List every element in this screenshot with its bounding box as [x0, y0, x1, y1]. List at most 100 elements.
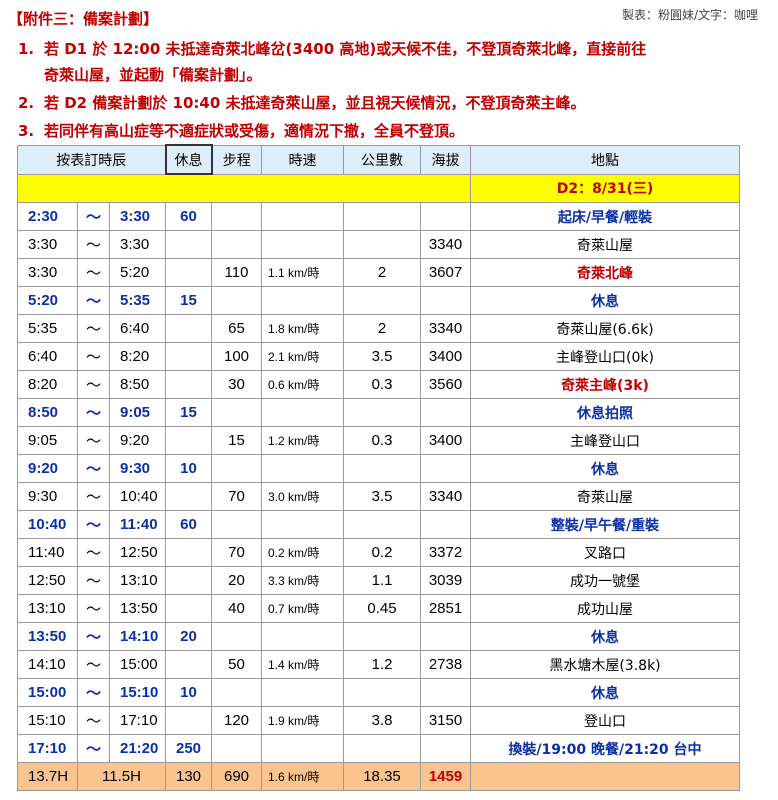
walk-minutes: 15: [211, 426, 262, 455]
speed: [261, 230, 344, 259]
rest-minutes: [165, 370, 212, 399]
end-time: 3:30: [109, 202, 166, 231]
start-time: 10:40: [17, 510, 78, 539]
place-name: 整裝/早午餐/重裝: [470, 510, 740, 539]
table-row: 13:50 ～ 14:10 20 休息: [17, 622, 740, 651]
walk-minutes: [211, 398, 262, 427]
walk-minutes: [211, 202, 262, 231]
total-km: 18.35: [343, 762, 421, 791]
end-time: 15:00: [109, 650, 166, 679]
walk-minutes: 70: [211, 538, 262, 567]
end-time: 10:40: [109, 482, 166, 511]
header-rest: 休息: [164, 144, 213, 175]
average-speed: 1.6 km/時: [261, 762, 344, 791]
speed: 0.7 km/時: [261, 594, 344, 623]
distance-km: 2: [343, 314, 421, 343]
speed: [261, 510, 344, 539]
rest-minutes: [165, 482, 212, 511]
speed: 1.8 km/時: [261, 314, 344, 343]
speed: [261, 398, 344, 427]
speed: [261, 454, 344, 483]
start-time: 15:00: [17, 678, 78, 707]
speed: [261, 734, 344, 763]
time-separator: ～: [77, 370, 110, 399]
rest-minutes: [165, 706, 212, 735]
end-time: 17:10: [109, 706, 166, 735]
start-time: 14:10: [17, 650, 78, 679]
end-time: 9:05: [109, 398, 166, 427]
time-separator: ～: [77, 342, 110, 371]
altitude: 2851: [420, 594, 471, 623]
end-time: 11:40: [109, 510, 166, 539]
time-separator: ～: [77, 678, 110, 707]
distance-km: [343, 230, 421, 259]
time-separator: ～: [77, 314, 110, 343]
table-row: 17:10 ～ 21:20 250 換裝/19:00 晚餐/21:20 台中: [17, 734, 740, 763]
time-separator: ～: [77, 566, 110, 595]
altitude: 3039: [420, 566, 471, 595]
time-separator: ～: [77, 202, 110, 231]
start-time: 5:35: [17, 314, 78, 343]
altitude: [420, 286, 471, 315]
time-separator: ～: [77, 454, 110, 483]
end-time: 3:30: [109, 230, 166, 259]
date-row-blank: [17, 173, 471, 203]
table-row: 3:30 ～ 5:20 110 1.1 km/時 2 3607 奇萊北峰: [17, 258, 740, 287]
table-row: 14:10 ～ 15:00 50 1.4 km/時 1.2 2738 黑水塘木屋(3.8k): [17, 650, 740, 679]
distance-km: [343, 454, 421, 483]
day-label: D2：8/31(三): [470, 173, 740, 203]
end-time: 12:50: [109, 538, 166, 567]
table-row: 15:00 ～ 15:10 10 休息: [17, 678, 740, 707]
start-time: 13:10: [17, 594, 78, 623]
note-3: 3. 若同伴有高山症等不適症狀或受傷，適情況下撤，全員不登頂。: [18, 118, 464, 144]
start-time: 5:20: [17, 286, 78, 315]
time-separator: ～: [77, 286, 110, 315]
place-name: 成功一號堡: [470, 566, 740, 595]
end-time: 9:30: [109, 454, 166, 483]
distance-km: [343, 286, 421, 315]
altitude: 3340: [420, 482, 471, 511]
place-name: 奇萊山屋(6.6k): [470, 314, 740, 343]
rest-minutes: [165, 258, 212, 287]
distance-km: 3.5: [343, 482, 421, 511]
rest-minutes: 60: [165, 510, 212, 539]
table-row: 11:40 ～ 12:50 70 0.2 km/時 0.2 3372 叉路口: [17, 538, 740, 567]
altitude: [420, 734, 471, 763]
place-name: 休息: [470, 286, 740, 315]
table-row: 9:05 ～ 9:20 15 1.2 km/時 0.3 3400 主峰登山口: [17, 426, 740, 455]
altitude: [420, 622, 471, 651]
time-separator: ～: [77, 650, 110, 679]
distance-km: 0.3: [343, 426, 421, 455]
rest-minutes: [165, 230, 212, 259]
start-time: 17:10: [17, 734, 78, 763]
end-time: 9:20: [109, 426, 166, 455]
table-row: 3:30 ～ 3:30 3340 奇萊山屋: [17, 230, 740, 259]
note-number: 3.: [18, 122, 35, 140]
distance-km: 1.1: [343, 566, 421, 595]
speed: [261, 286, 344, 315]
rest-minutes: 60: [165, 202, 212, 231]
distance-km: 0.3: [343, 370, 421, 399]
schedule-table: 按表訂時辰 休息 步程 時速 公里數 海拔 地點 D2：8/31(三) 2:30…: [17, 144, 740, 791]
end-time: 14:10: [109, 622, 166, 651]
rest-minutes: 15: [165, 398, 212, 427]
place-name: 休息: [470, 678, 740, 707]
speed: 1.9 km/時: [261, 706, 344, 735]
place-name: 登山口: [470, 706, 740, 735]
end-time: 21:20: [109, 734, 166, 763]
header-place: 地點: [470, 144, 740, 175]
altitude: 3340: [420, 314, 471, 343]
speed: 0.6 km/時: [261, 370, 344, 399]
place-name: 休息: [470, 454, 740, 483]
header-schedule: 按表訂時辰: [17, 144, 166, 175]
start-time: 13:50: [17, 622, 78, 651]
walk-minutes: 100: [211, 342, 262, 371]
total-steps: 690: [211, 762, 262, 791]
end-time: 8:50: [109, 370, 166, 399]
note-text: 若同伴有高山症等不適症狀或受傷，適情況下撤，全員不登頂。: [44, 122, 465, 140]
summary-row: 13.7H 11.5H 130 690 1.6 km/時 18.35 1459: [17, 762, 740, 791]
place-name: 起床/早餐/輕裝: [470, 202, 740, 231]
total-altitude-gain: 1459: [420, 762, 471, 791]
total-hours: 13.7H: [17, 762, 78, 791]
time-separator: ～: [77, 426, 110, 455]
